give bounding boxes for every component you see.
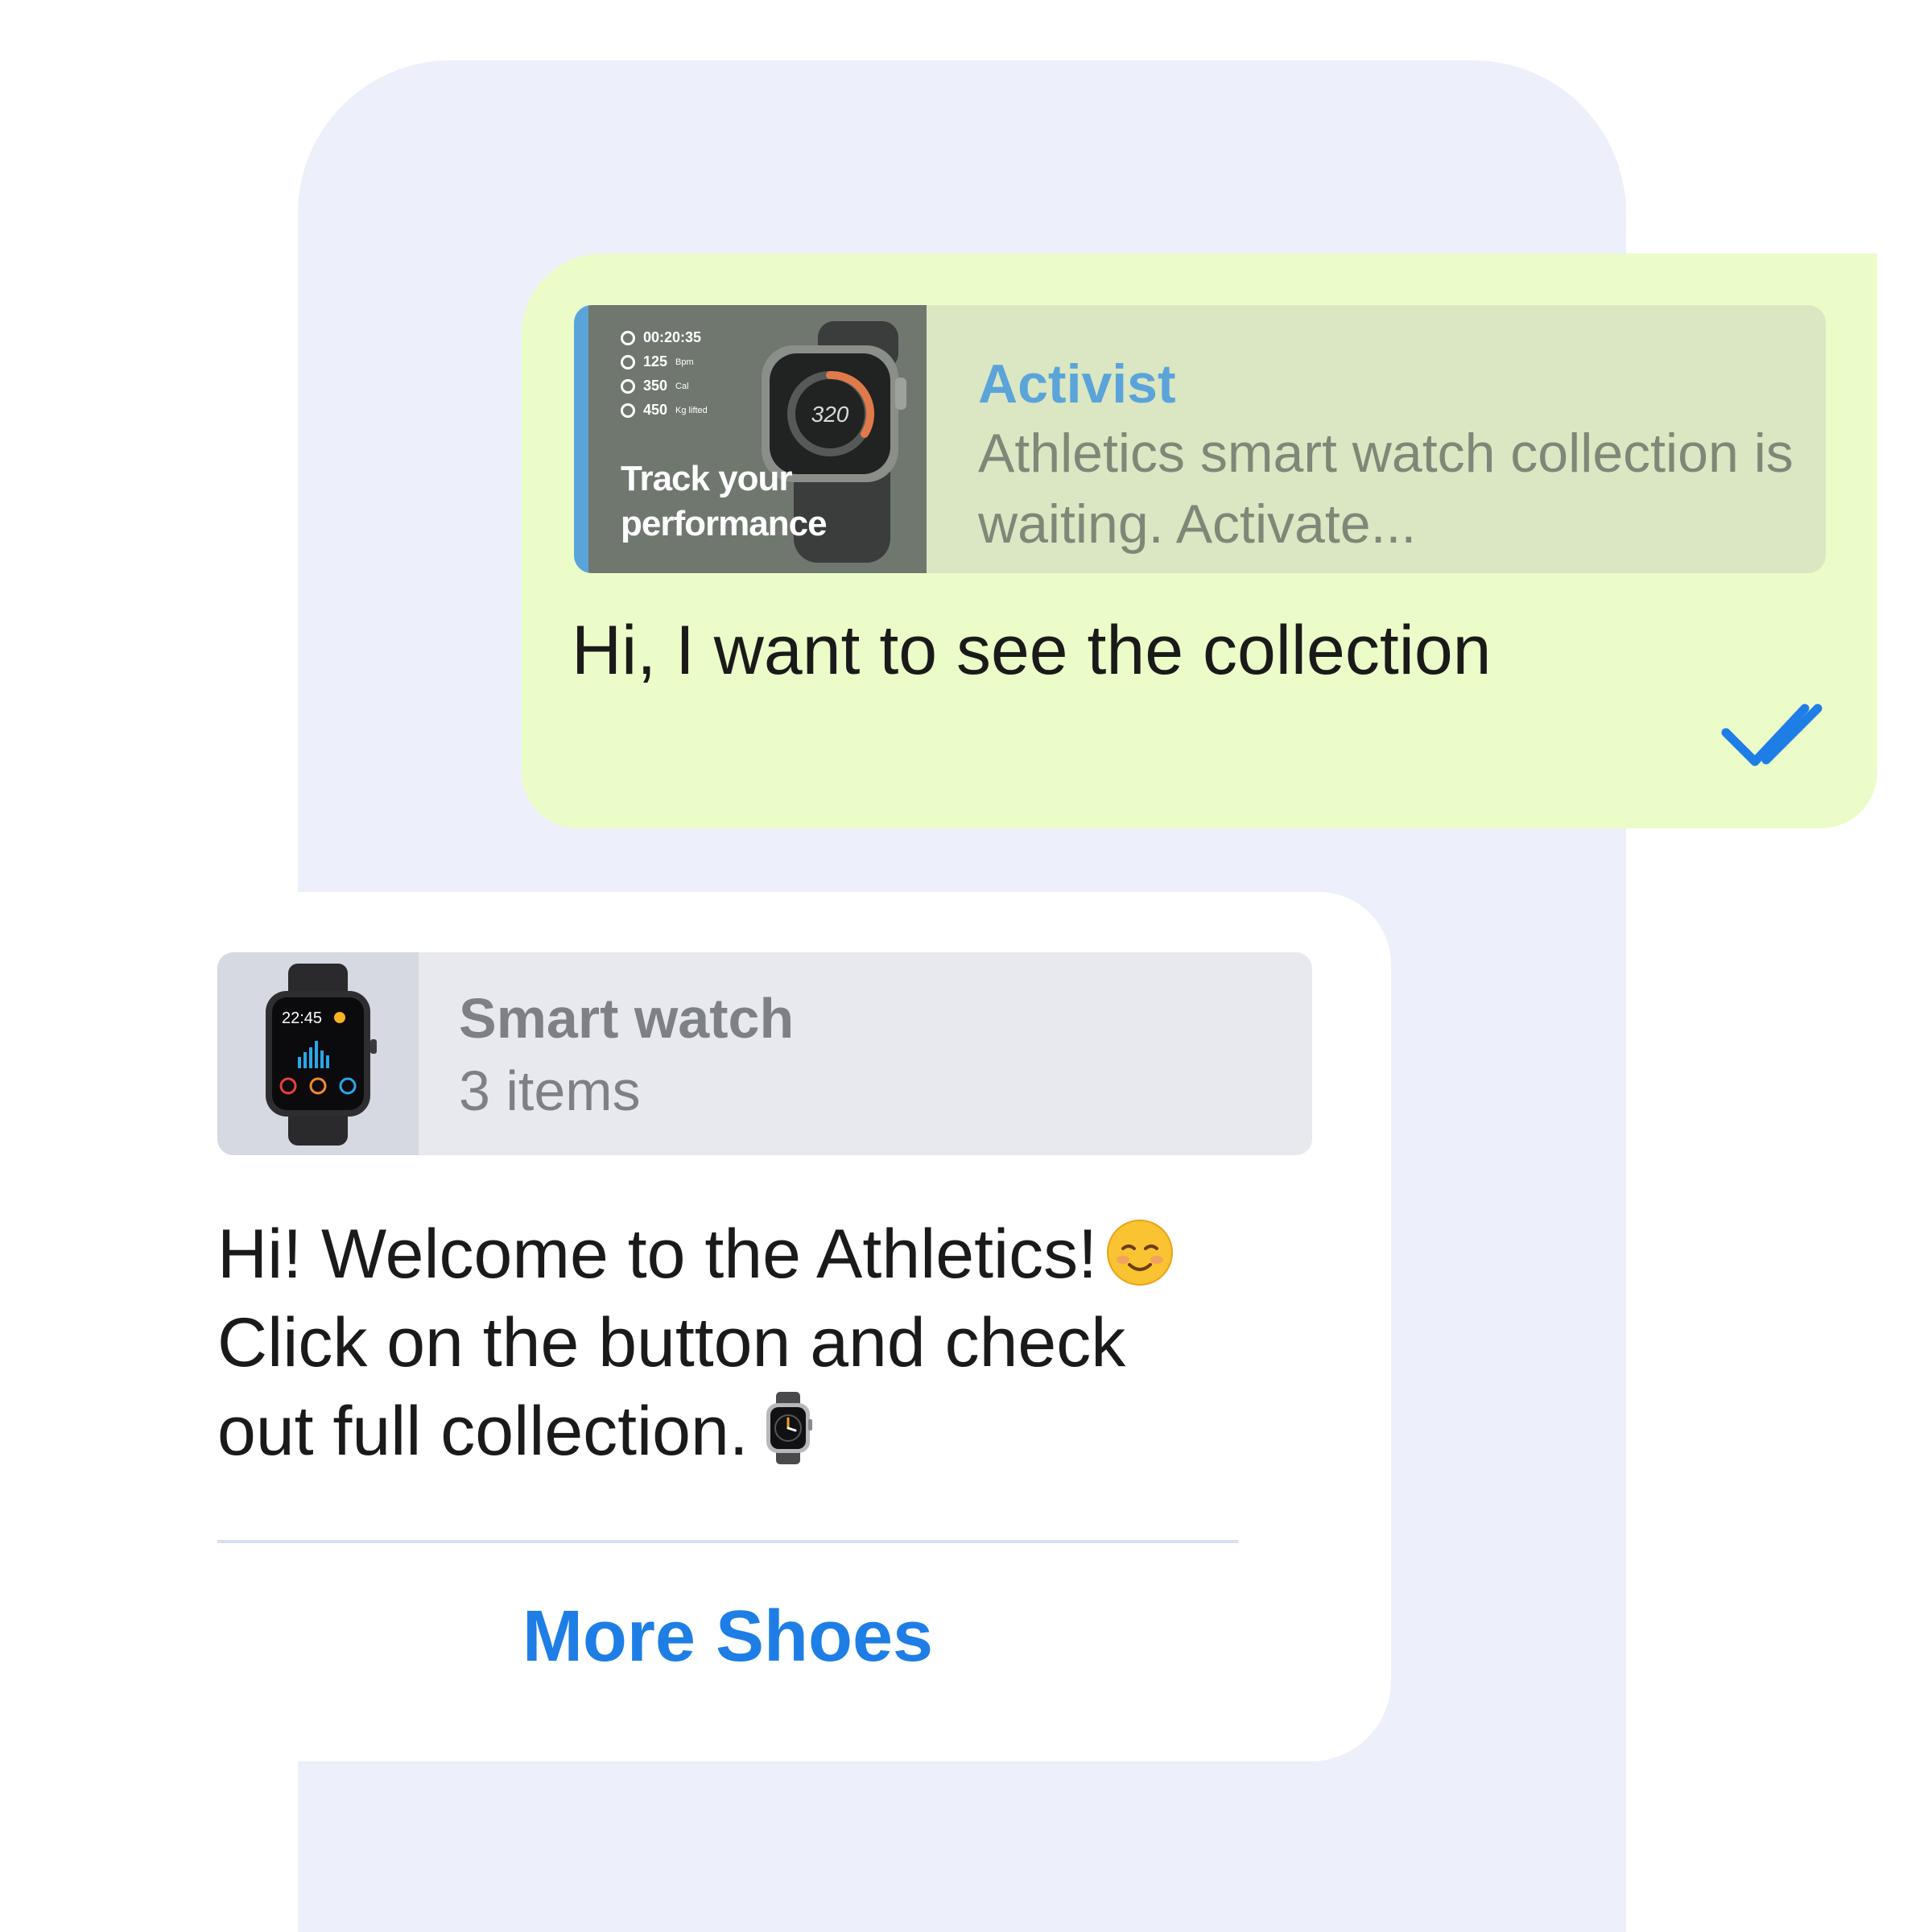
flame-icon <box>621 378 635 394</box>
reply-thumbnail: 00:20:35 125 Bpm 350 Cal 450 Kg lifted 3… <box>588 305 927 573</box>
stat-heart-rate: 125 Bpm <box>621 353 694 370</box>
smartwatch-image: 22:45 <box>266 964 377 1146</box>
watch-energy-value: 320 <box>811 402 849 427</box>
heart-icon <box>621 354 635 369</box>
reply-title: Activist <box>978 353 1176 415</box>
reply-accent-bar <box>574 305 588 573</box>
double-check-icon <box>1721 704 1823 766</box>
reply-preview-card[interactable]: 00:20:35 125 Bpm 350 Cal 450 Kg lifted 3… <box>574 305 1826 573</box>
product-thumbnail: 22:45 <box>217 952 419 1155</box>
product-count: 3 items <box>459 1059 641 1122</box>
thumbnail-headline: Track your performance <box>621 459 828 543</box>
smiling-face-emoji <box>1106 1220 1173 1286</box>
weight-icon <box>621 402 635 418</box>
product-card[interactable]: 22:45 Smart watch 3 items <box>217 952 1312 1155</box>
clock-icon <box>621 330 635 345</box>
incoming-message-bubble: 22:45 Smart watch 3 items Hi! Welcome to… <box>159 892 1391 1761</box>
message-divider <box>217 1540 1238 1543</box>
incoming-message-text: Hi! Welcome to the Athletics! Click on t… <box>217 1210 1328 1476</box>
outgoing-message-bubble: 00:20:35 125 Bpm 350 Cal 450 Kg lifted 3… <box>522 254 1877 828</box>
stat-duration: 00:20:35 <box>621 329 701 346</box>
watch-time: 22:45 <box>282 1009 322 1027</box>
product-name: Smart watch <box>459 987 795 1050</box>
reply-description: Athletics smart watch collection is wait… <box>978 423 1794 555</box>
stat-weight: 450 Kg lifted <box>621 402 708 419</box>
stat-calories: 350 Cal <box>621 378 689 394</box>
watch-emoji <box>766 1392 812 1464</box>
more-shoes-button[interactable]: More Shoes <box>217 1592 1238 1681</box>
outgoing-message-text: Hi, I want to see the collection <box>572 612 1492 689</box>
